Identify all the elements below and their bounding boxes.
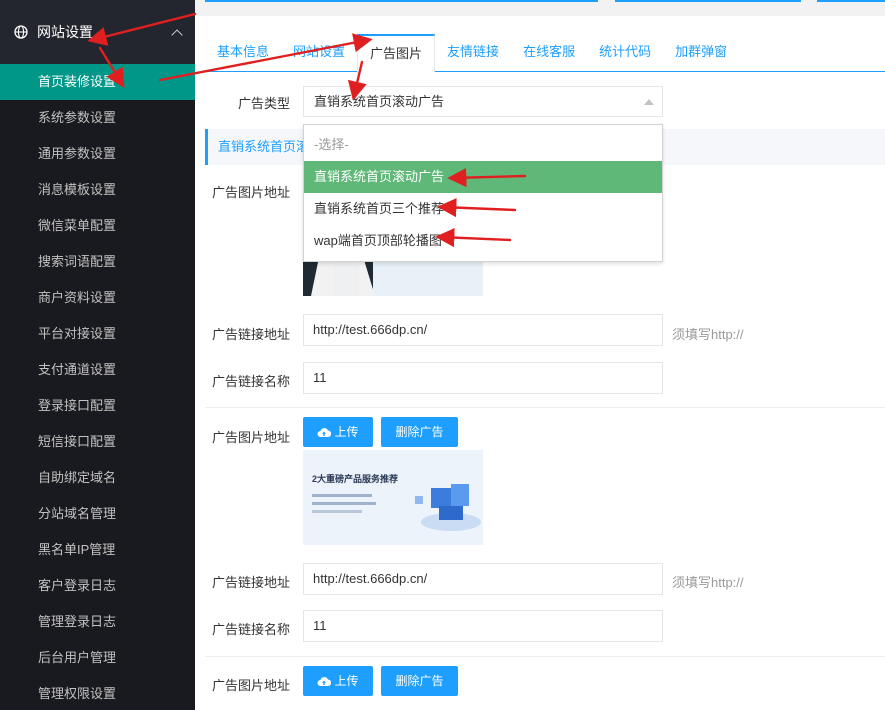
sidebar-menu: 首页装修设置 系统参数设置 通用参数设置 消息模板设置 微信菜单配置 搜索词语配… (0, 64, 195, 710)
globe-icon (14, 25, 28, 39)
delete-ad-button[interactable]: 删除广告 (381, 666, 458, 696)
caret-up-icon (644, 99, 654, 105)
top-strip-segment (615, 0, 801, 2)
ad-type-dropdown: -选择- 直销系统首页滚动广告 直销系统首页三个推荐 wap端首页顶部轮播图 (303, 124, 663, 262)
link-url-hint: 须填写http:// (672, 575, 744, 590)
sidebar-item-substation-domains[interactable]: 分站域名管理 (0, 496, 195, 532)
dropdown-option-placeholder[interactable]: -选择- (304, 129, 662, 161)
ad-image-thumbnail: 2大重磅产品服务推荐 (303, 450, 483, 545)
sidebar: 网站设置 首页装修设置 系统参数设置 通用参数设置 消息模板设置 微信菜单配置 … (0, 0, 195, 710)
link-name-label: 广告链接名称 (211, 622, 290, 637)
ad-type-label: 广告类型 (237, 96, 290, 111)
sidebar-item-sms-api[interactable]: 短信接口配置 (0, 424, 195, 460)
sidebar-item-general-params[interactable]: 通用参数设置 (0, 136, 195, 172)
link-url-input[interactable]: http://test.666dp.cn/ (303, 563, 663, 595)
sidebar-group-website-settings[interactable]: 网站设置 (0, 0, 195, 64)
ad-type-select[interactable]: 直销系统首页滚动广告 (303, 86, 663, 117)
link-name-input[interactable]: 11 (303, 610, 663, 642)
upload-button[interactable]: 上传 (303, 417, 373, 447)
upload-button-label: 上传 (334, 674, 359, 688)
tab-group-popup[interactable]: 加群弹窗 (663, 34, 739, 72)
divider (205, 656, 885, 657)
tab-ad-images[interactable]: 广告图片 (357, 34, 436, 73)
sidebar-item-admin-users[interactable]: 后台用户管理 (0, 640, 195, 676)
tab-website-settings[interactable]: 网站设置 (281, 34, 357, 72)
upload-button-label: 上传 (334, 425, 359, 439)
sidebar-item-message-templates[interactable]: 消息模板设置 (0, 172, 195, 208)
tab-online-service[interactable]: 在线客服 (511, 34, 587, 72)
delete-ad-label: 删除广告 (395, 674, 444, 688)
sidebar-item-payment-channels[interactable]: 支付通道设置 (0, 352, 195, 388)
dropdown-option-home-scroll-ad[interactable]: 直销系统首页滚动广告 (304, 161, 662, 193)
sidebar-item-customer-login-log[interactable]: 客户登录日志 (0, 568, 195, 604)
tab-stats-code[interactable]: 统计代码 (587, 34, 663, 72)
chevron-up-icon[interactable] (171, 29, 183, 41)
ad-image-2-text: 2大重磅产品服务推荐 (312, 473, 398, 484)
sidebar-item-login-api[interactable]: 登录接口配置 (0, 388, 195, 424)
link-url-hint: 须填写http:// (672, 327, 744, 342)
link-url-label: 广告链接地址 (211, 575, 290, 590)
cloud-upload-icon (318, 677, 332, 686)
sidebar-item-platform-integration[interactable]: 平台对接设置 (0, 316, 195, 352)
sidebar-item-merchant-info[interactable]: 商户资料设置 (0, 280, 195, 316)
image-url-label: 广告图片地址 (211, 185, 290, 200)
top-strip-segment (205, 0, 598, 2)
link-name-label: 广告链接名称 (211, 374, 290, 389)
dropdown-option-home-three-recommend[interactable]: 直销系统首页三个推荐 (304, 193, 662, 225)
top-strip (195, 0, 885, 16)
tab-bar: 基本信息 网站设置 广告图片 友情链接 在线客服 统计代码 加群弹窗 (205, 34, 885, 73)
link-url-input[interactable]: http://test.666dp.cn/ (303, 314, 663, 346)
sidebar-item-domain-binding[interactable]: 自助绑定域名 (0, 460, 195, 496)
sidebar-item-ip-blacklist[interactable]: 黑名单IP管理 (0, 532, 195, 568)
sidebar-group-label: 网站设置 (37, 24, 93, 40)
ad-image-2: 2大重磅产品服务推荐 (303, 450, 483, 545)
sidebar-item-home-decoration[interactable]: 首页装修设置 (0, 64, 195, 100)
sidebar-item-admin-login-log[interactable]: 管理登录日志 (0, 604, 195, 640)
delete-ad-button[interactable]: 删除广告 (381, 417, 458, 447)
sidebar-item-search-terms[interactable]: 搜索词语配置 (0, 244, 195, 280)
link-name-input[interactable]: 11 (303, 362, 663, 394)
sidebar-item-permissions[interactable]: 管理权限设置 (0, 676, 195, 710)
divider (205, 407, 885, 408)
image-url-label: 广告图片地址 (211, 430, 290, 445)
sidebar-item-system-params[interactable]: 系统参数设置 (0, 100, 195, 136)
ad-type-value: 直销系统首页滚动广告 (314, 94, 445, 109)
top-strip-segment (817, 0, 885, 2)
tab-friend-links[interactable]: 友情链接 (435, 34, 511, 72)
sidebar-item-wechat-menu[interactable]: 微信菜单配置 (0, 208, 195, 244)
dropdown-option-wap-top-carousel[interactable]: wap端首页顶部轮播图 (304, 225, 662, 257)
link-url-label: 广告链接地址 (211, 327, 290, 342)
upload-button[interactable]: 上传 (303, 666, 373, 696)
cloud-upload-icon (318, 428, 332, 437)
tab-basic-info[interactable]: 基本信息 (205, 34, 281, 72)
delete-ad-label: 删除广告 (395, 425, 444, 439)
image-url-label: 广告图片地址 (211, 678, 290, 693)
